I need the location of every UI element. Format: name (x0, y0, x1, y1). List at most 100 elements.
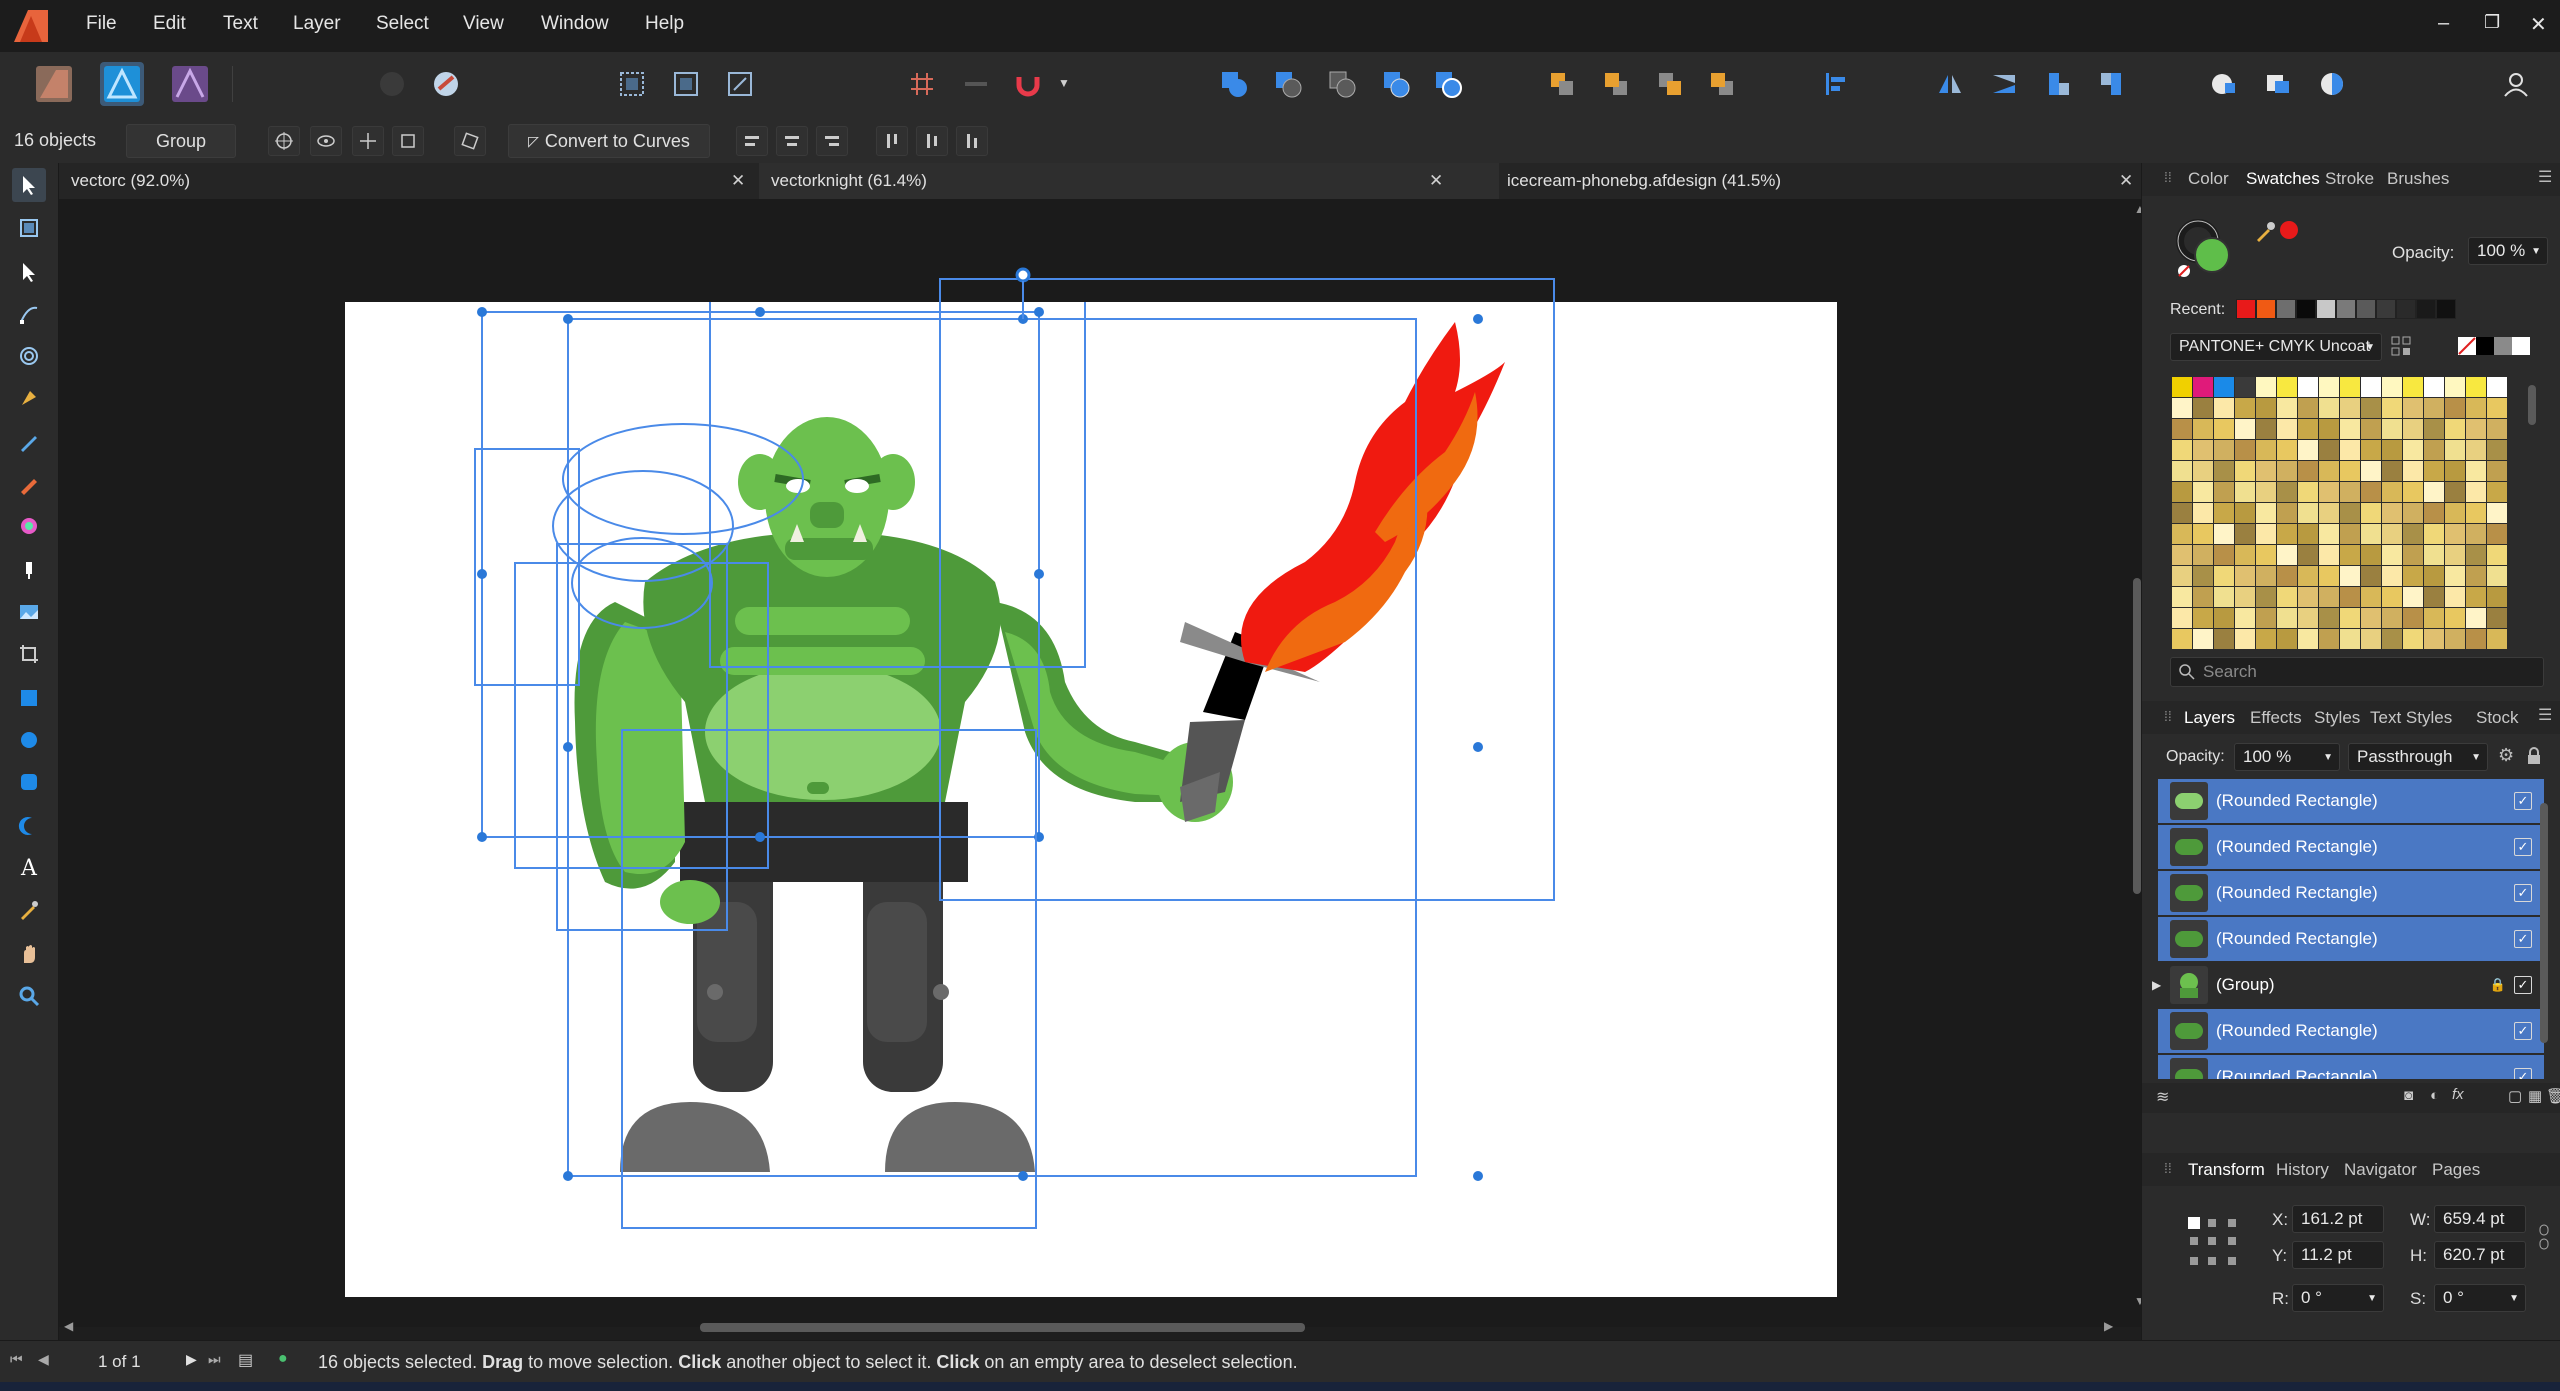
pixel-persona-icon[interactable] (168, 62, 212, 106)
mask-icon[interactable]: ◙ (2404, 1087, 2413, 1104)
tab-color[interactable]: Color (2188, 169, 2229, 189)
swatch-cell[interactable] (2193, 587, 2213, 607)
tab-stock[interactable]: Stock (2476, 708, 2519, 728)
swatch-cell[interactable] (2256, 608, 2276, 628)
subtract-boolean-icon[interactable] (1266, 62, 1310, 106)
tab-layers[interactable]: Layers (2184, 708, 2235, 728)
swatch-cell[interactable] (2193, 503, 2213, 523)
swatch-cell[interactable] (2256, 524, 2276, 544)
swatch-cell[interactable] (2298, 629, 2318, 649)
gear-icon[interactable]: ⚙ (2498, 745, 2514, 766)
export-persona-icon[interactable] (424, 62, 468, 106)
swatch-cell[interactable] (2172, 545, 2192, 565)
y-field[interactable]: 11.2 pt (2292, 1241, 2384, 1269)
recent-swatch[interactable] (2396, 299, 2416, 319)
swatch-cell[interactable] (2235, 566, 2255, 586)
align-bottom-icon[interactable] (956, 126, 988, 156)
tab-styles[interactable]: Styles (2314, 708, 2360, 728)
swatch-cell[interactable] (2298, 398, 2318, 418)
lock-icon[interactable] (2526, 747, 2542, 765)
swatch-cell[interactable] (2235, 524, 2255, 544)
swatch-cell[interactable] (2235, 377, 2255, 397)
user-account-icon[interactable] (2494, 62, 2538, 106)
swatch-cell[interactable] (2445, 398, 2465, 418)
tab-navigator[interactable]: Navigator (2344, 1160, 2417, 1180)
swatch-cell[interactable] (2214, 629, 2234, 649)
layer-row[interactable]: (Rounded Rectangle) ✓ (2158, 1055, 2544, 1079)
swatch-cell[interactable] (2466, 440, 2486, 460)
insert-behind-icon[interactable] (2256, 62, 2300, 106)
swatch-cell[interactable] (2403, 482, 2423, 502)
swatch-cell[interactable] (2340, 419, 2360, 439)
swatch-cell[interactable] (2403, 524, 2423, 544)
swatch-scrollbar[interactable] (2528, 385, 2536, 425)
convert-to-curves-button[interactable]: ◸ Convert to Curves (508, 124, 710, 158)
insert-inside-icon[interactable] (2202, 62, 2246, 106)
swatch-cell[interactable] (2340, 629, 2360, 649)
swatch-cell[interactable] (2382, 545, 2402, 565)
swatch-cell[interactable] (2424, 398, 2444, 418)
vector-brush-tool-icon[interactable] (12, 467, 46, 501)
designer-persona-icon[interactable] (32, 62, 76, 106)
menu-view[interactable]: View (463, 13, 504, 35)
swatch-cell[interactable] (2361, 587, 2381, 607)
swatch-cell[interactable] (2319, 608, 2339, 628)
show-handles-icon[interactable] (352, 126, 384, 156)
flip-vertical-icon[interactable] (1982, 62, 2026, 106)
swatch-cell[interactable] (2340, 482, 2360, 502)
swatch-cell[interactable] (2172, 482, 2192, 502)
swatch-cell[interactable] (2445, 377, 2465, 397)
next-page-icon[interactable]: ▶ (186, 1351, 197, 1368)
swatch-cell[interactable] (2403, 398, 2423, 418)
swatch-cell[interactable] (2298, 587, 2318, 607)
swatch-cell[interactable] (2277, 440, 2297, 460)
quick-swatches[interactable] (2458, 337, 2530, 355)
align-left-icon[interactable] (736, 126, 768, 156)
swatch-cell[interactable] (2487, 440, 2507, 460)
tab-brushes[interactable]: Brushes (2387, 169, 2449, 189)
group-button[interactable]: Group (126, 124, 236, 158)
swatch-cell[interactable] (2466, 377, 2486, 397)
swatch-cell[interactable] (2214, 566, 2234, 586)
swatch-cell[interactable] (2382, 608, 2402, 628)
swatch-cell[interactable] (2382, 566, 2402, 586)
swatch-cell[interactable] (2445, 503, 2465, 523)
swatch-cell[interactable] (2403, 503, 2423, 523)
black-swatch[interactable] (2476, 337, 2494, 355)
menu-window[interactable]: Window (541, 13, 609, 35)
recent-swatch[interactable] (2256, 299, 2276, 319)
swatch-cell[interactable] (2487, 545, 2507, 565)
swatch-cell[interactable] (2487, 566, 2507, 586)
swatch-cell[interactable] (2214, 440, 2234, 460)
align-middle-icon[interactable] (916, 126, 948, 156)
swatch-cell[interactable] (2424, 377, 2444, 397)
align-center-icon[interactable] (776, 126, 808, 156)
swatch-cell[interactable] (2193, 608, 2213, 628)
swatch-cell[interactable] (2424, 419, 2444, 439)
swatch-cell[interactable] (2277, 587, 2297, 607)
sync-icon[interactable] (370, 62, 414, 106)
vertical-scrollbar[interactable] (2133, 578, 2141, 894)
scroll-right-icon[interactable]: ▶ (2104, 1319, 2113, 1333)
shear-field[interactable]: 0 ° ▼ (2434, 1284, 2526, 1312)
swatch-cell[interactable] (2382, 524, 2402, 544)
swatch-cell[interactable] (2277, 377, 2297, 397)
layer-row[interactable]: (Rounded Rectangle) ✓ (2158, 1009, 2544, 1055)
swatch-cell[interactable] (2466, 629, 2486, 649)
swatch-cell[interactable] (2235, 545, 2255, 565)
swatch-cell[interactable] (2403, 461, 2423, 481)
swatch-cell[interactable] (2361, 629, 2381, 649)
point-transform-tool-icon[interactable] (12, 297, 46, 331)
swatch-cell[interactable] (2214, 398, 2234, 418)
xor-boolean-icon[interactable] (1374, 62, 1418, 106)
swatch-cell[interactable] (2256, 419, 2276, 439)
w-field[interactable]: 659.4 pt (2434, 1205, 2526, 1233)
swatch-cell[interactable] (2214, 419, 2234, 439)
swatch-cell[interactable] (2172, 461, 2192, 481)
swatch-cell[interactable] (2277, 398, 2297, 418)
swatch-cell[interactable] (2214, 377, 2234, 397)
swatch-cell[interactable] (2445, 461, 2465, 481)
swatch-cell[interactable] (2340, 440, 2360, 460)
tab-vectorc[interactable]: vectorc (92.0%) (59, 163, 759, 199)
swatch-cell[interactable] (2382, 503, 2402, 523)
